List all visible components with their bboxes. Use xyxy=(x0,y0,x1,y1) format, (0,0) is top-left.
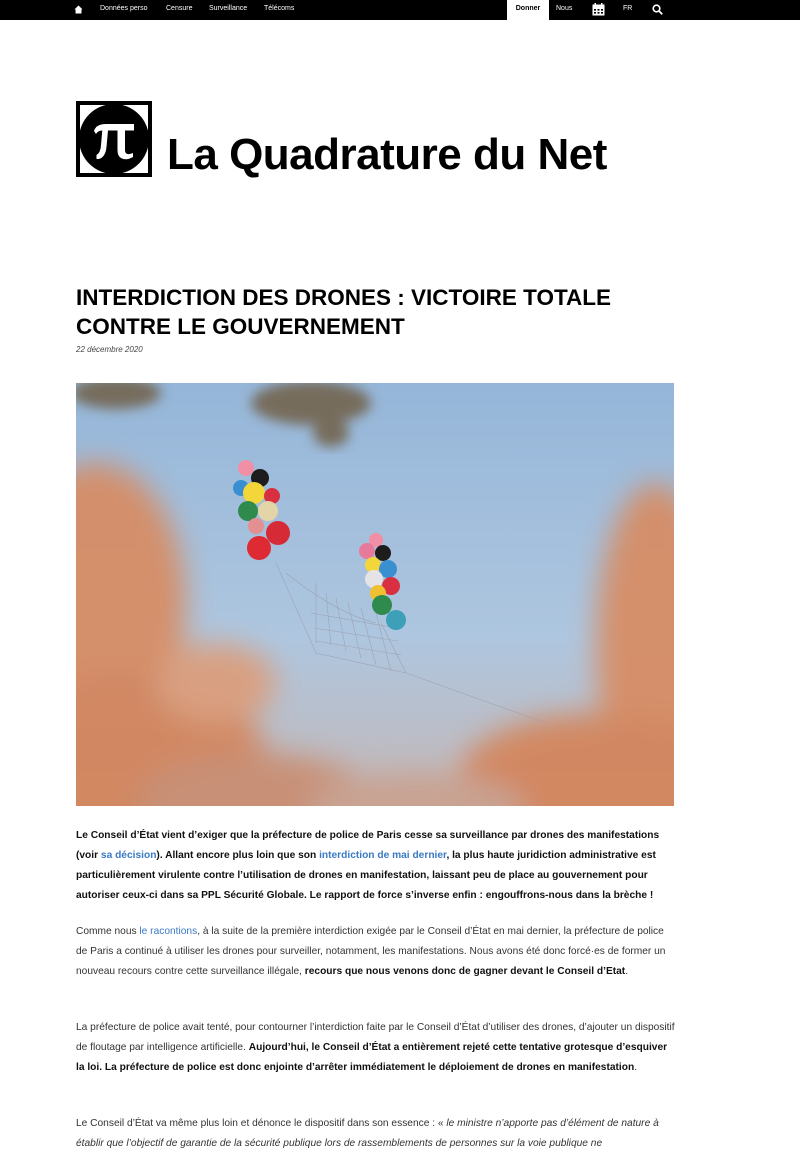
home-link[interactable] xyxy=(74,0,86,20)
donate-button[interactable]: Donner xyxy=(507,0,549,21)
search-icon xyxy=(652,4,663,15)
p2-text-3: . xyxy=(625,966,629,977)
search-button[interactable] xyxy=(652,0,663,20)
article-intro: Le Conseil d’État vient d’exiger que la … xyxy=(76,826,676,906)
site-name: La Quadrature du Net xyxy=(167,130,607,179)
article-title: Interdiction des drones : victoire total… xyxy=(76,285,612,339)
article-hero-image xyxy=(76,383,674,806)
p2-bold-text: recours que nous venons donc de gagner d… xyxy=(304,966,626,977)
nav-link-surveillance[interactable]: Surveillance xyxy=(209,0,247,20)
site-logo[interactable]: La Quadrature du Net xyxy=(76,101,676,181)
nav-link-nous[interactable]: Nous xyxy=(556,0,572,20)
nav-link-donnees-perso[interactable]: Données perso xyxy=(100,0,147,20)
intro-text-2: ). Allant encore plus loin que son xyxy=(156,850,320,861)
article-paragraph-2: Comme nous le racontions, à la suite de … xyxy=(76,922,676,982)
link-interdiction-mai[interactable]: interdiction de mai dernier xyxy=(319,850,446,861)
link-sa-decision[interactable]: sa décision xyxy=(101,850,157,861)
balloons-sky-illustration xyxy=(76,383,674,806)
calendar-icon xyxy=(592,3,605,16)
nav-link-telecoms[interactable]: Télécoms xyxy=(264,0,294,20)
home-icon xyxy=(74,5,83,14)
link-le-racontions[interactable]: le racontions xyxy=(139,926,197,937)
p3-text-2: . xyxy=(634,1062,638,1073)
language-switch[interactable]: FR xyxy=(623,0,632,20)
top-navigation-bar: Données perso Censure Surveillance Téléc… xyxy=(0,0,800,21)
article-date: 22 décembre 2020 xyxy=(76,345,143,354)
article-paragraph-3: La préfecture de police avait tenté, pou… xyxy=(76,1018,676,1078)
article-paragraph-4: Le Conseil d’État va même plus loin et d… xyxy=(76,1114,676,1154)
nav-link-censure[interactable]: Censure xyxy=(166,0,192,20)
p4-text-1: Le Conseil d’État va même plus loin et d… xyxy=(76,1118,447,1129)
calendar-link[interactable] xyxy=(592,0,605,20)
p2-text-1: Comme nous xyxy=(76,926,140,937)
pi-logo-icon xyxy=(76,101,152,177)
